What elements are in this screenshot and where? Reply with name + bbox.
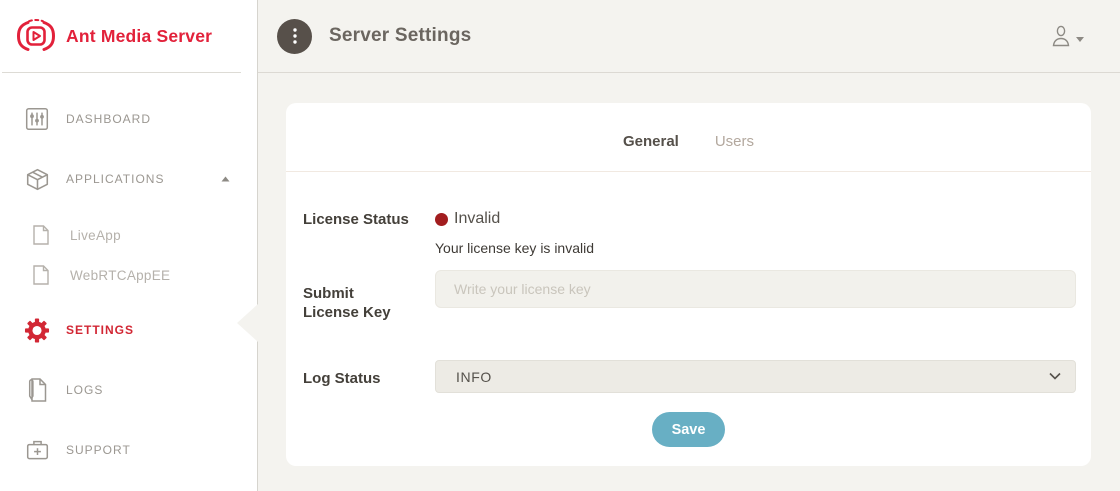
brand-name: Ant Media Server [66,26,212,47]
chevron-up-icon [221,176,230,182]
brand-logo[interactable]: Ant Media Server [0,0,257,72]
submit-license-row: Submit License Key [286,270,1091,322]
chevron-down-icon [1076,37,1084,42]
sidebar-item-logs[interactable]: LOGS [0,362,257,418]
sidebar-item-applications[interactable]: APPLICATIONS [0,151,257,207]
sidebar-item-webrtcappee[interactable]: WebRTCAppEE [0,255,257,295]
sidebar-item-label: SETTINGS [66,323,134,337]
tab-general[interactable]: General [623,133,679,150]
log-status-select[interactable]: INFO [435,360,1076,393]
log-paper-pen-icon [24,377,50,403]
license-status-value: Invalid Your license key is invalid [435,210,1076,256]
license-status-label: License Status [303,210,435,256]
log-status-label: Log Status [303,360,435,393]
user-icon [1050,24,1072,48]
sidebar-item-label: APPLICATIONS [66,172,164,186]
sidebar-item-label: DASHBOARD [66,112,151,126]
tab-users[interactable]: Users [715,133,754,150]
kebab-dots-icon [293,28,297,44]
submit-license-label: Submit License Key [303,270,435,322]
sidebar-nav: DASHBOARD APPLICATIONS LiveApp [0,73,257,478]
file-icon [28,225,54,245]
ant-media-logo-icon [14,16,58,56]
kebab-menu-button[interactable] [277,19,312,54]
dashboard-sliders-icon [24,107,50,131]
license-status-text: Invalid [454,210,500,228]
active-item-notch [237,304,258,342]
file-icon [28,265,54,285]
user-menu-button[interactable] [1050,24,1084,48]
server-settings-card: General Users License Status Invalid You… [286,103,1091,466]
sidebar-item-support[interactable]: SUPPORT [0,422,257,478]
sidebar-item-label: LOGS [66,383,103,397]
topbar: Server Settings [258,0,1120,73]
first-aid-kit-icon [24,438,50,462]
sidebar-item-settings[interactable]: SETTINGS [0,302,257,358]
main-area: Server Settings General Users License St… [258,0,1120,491]
package-box-icon [24,167,50,192]
license-key-input[interactable] [435,270,1076,308]
license-status-description: Your license key is invalid [435,240,1076,256]
sidebar-item-label: WebRTCAppEE [70,268,170,283]
sidebar-item-label: SUPPORT [66,443,131,457]
sidebar: Ant Media Server DASHBOARD [0,0,258,491]
content-area: General Users License Status Invalid You… [258,73,1120,491]
save-button[interactable]: Save [652,412,726,447]
sidebar-item-dashboard[interactable]: DASHBOARD [0,91,257,147]
log-status-row: Log Status INFO [286,360,1091,393]
settings-tabs: General Users [286,103,1091,150]
gear-icon [24,315,50,346]
save-row: Save [286,412,1091,447]
page-title: Server Settings [329,25,471,47]
tabs-divider [286,171,1091,172]
sidebar-item-label: LiveApp [70,228,121,243]
status-dot-invalid [435,213,448,226]
sidebar-item-liveapp[interactable]: LiveApp [0,215,257,255]
license-status-row: License Status Invalid Your license key … [286,210,1091,256]
